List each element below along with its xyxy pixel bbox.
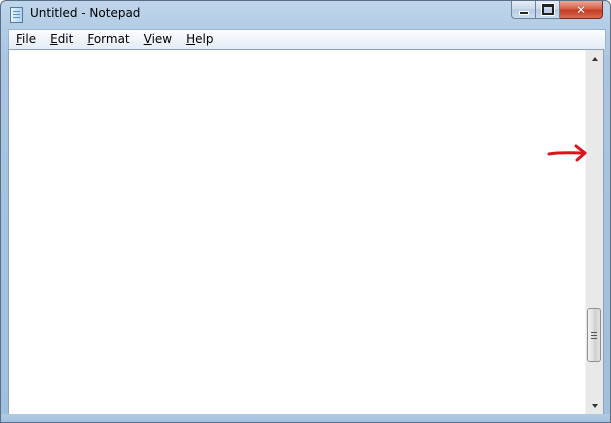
menu-format[interactable]: Format xyxy=(80,30,135,49)
minimize-button[interactable] xyxy=(511,1,536,19)
menu-help[interactable]: Help xyxy=(179,30,219,49)
access-key: E xyxy=(50,32,58,46)
title-bar[interactable]: Untitled - Notepad ✕ xyxy=(1,1,610,29)
maximize-icon xyxy=(541,4,554,15)
scroll-up-button[interactable] xyxy=(586,50,603,67)
caption-buttons: ✕ xyxy=(511,1,603,20)
minimize-icon xyxy=(518,10,529,15)
scroll-thumb[interactable] xyxy=(587,308,601,362)
access-key: H xyxy=(186,32,196,46)
close-button[interactable]: ✕ xyxy=(560,1,603,19)
close-icon: ✕ xyxy=(575,2,587,17)
menu-label: dit xyxy=(57,32,74,46)
grip-icon xyxy=(591,331,597,339)
notepad-window: Untitled - Notepad ✕ File Edit Format Vi… xyxy=(0,0,611,423)
menu-label: iew xyxy=(151,32,173,46)
notepad-icon[interactable] xyxy=(10,7,23,23)
menu-bar: File Edit Format View Help xyxy=(8,29,606,49)
editor-frame xyxy=(8,49,604,415)
red-arrow-shaft xyxy=(547,151,587,156)
access-key: V xyxy=(143,32,152,46)
window-title: Untitled - Notepad xyxy=(30,6,141,20)
menu-label: ile xyxy=(22,32,37,46)
menu-label: ormat xyxy=(93,32,130,46)
scroll-down-button[interactable] xyxy=(586,397,603,414)
text-editor[interactable] xyxy=(9,50,586,414)
arrow-down-icon xyxy=(591,403,598,408)
vertical-scrollbar[interactable] xyxy=(585,50,603,414)
maximize-button[interactable] xyxy=(536,1,560,19)
menu-edit[interactable]: Edit xyxy=(43,30,79,49)
window-bottom-frame xyxy=(1,414,610,422)
arrow-up-icon xyxy=(591,56,598,61)
menu-file[interactable]: File xyxy=(9,30,42,49)
red-arrow-icon xyxy=(547,144,587,162)
menu-view[interactable]: View xyxy=(137,30,178,49)
menu-label: elp xyxy=(195,32,214,46)
